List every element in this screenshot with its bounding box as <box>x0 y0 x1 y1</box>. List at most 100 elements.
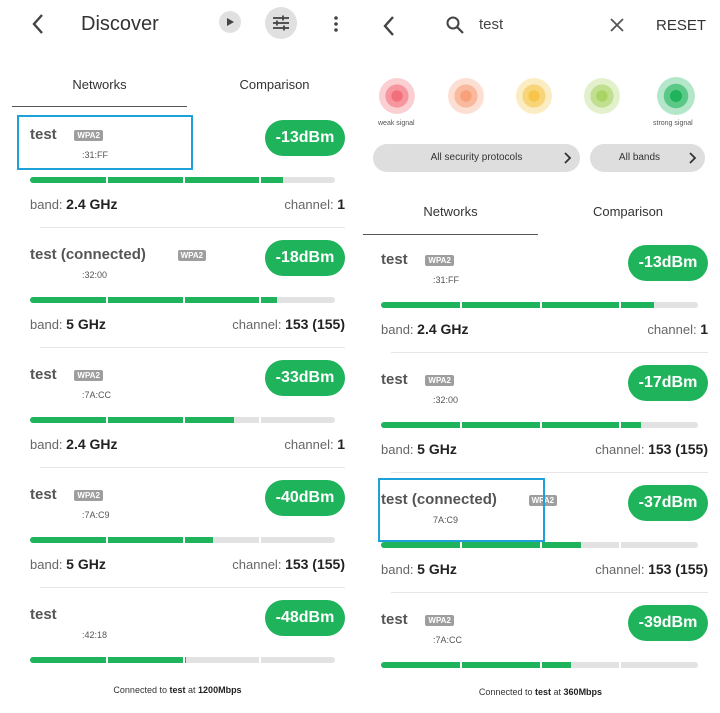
mac-address: :7A:C9 <box>82 510 110 520</box>
signal-bar-separator <box>182 537 185 543</box>
network-ssid: test <box>381 251 408 268</box>
channel-label: channel: <box>647 322 697 337</box>
row-divider <box>40 587 345 588</box>
network-list-item[interactable]: test :42:18 -48dBm <box>12 600 345 713</box>
channel-label: channel: <box>232 317 282 332</box>
signal-bar-separator <box>618 542 621 548</box>
band-label: band: <box>30 437 63 452</box>
signal-bar <box>30 537 335 543</box>
mac-address: :7A:CC <box>82 390 112 400</box>
band-label: band: <box>381 442 414 457</box>
signal-bar <box>30 657 335 663</box>
signal-bar-separator <box>539 662 542 668</box>
network-list-item[interactable]: test (connected) WPA2:32:00 -18dBm band: 5 … <box>12 240 345 360</box>
signal-bar-separator <box>182 177 185 183</box>
signal-bar <box>30 177 335 183</box>
signal-strength-badge: -17dBm <box>628 365 708 401</box>
row-divider <box>40 467 345 468</box>
signal-bar-fill <box>381 662 572 668</box>
band-value: 5 GHz <box>417 561 457 577</box>
band-label: band: <box>381 322 414 337</box>
row-divider <box>391 472 708 473</box>
signal-bar <box>381 422 698 428</box>
connected-network-highlight <box>378 478 545 542</box>
network-ssid: test <box>30 486 57 503</box>
band-label: band: <box>30 557 63 572</box>
band-value: 5 GHz <box>66 556 106 572</box>
channel-label: channel: <box>284 437 334 452</box>
signal-bar-separator <box>182 297 185 303</box>
channel-info: channel: 1 <box>284 196 345 212</box>
signal-strength-badge: -13dBm <box>628 245 708 281</box>
channel-value: 153 (155) <box>648 441 708 457</box>
signal-bar <box>381 302 698 308</box>
channel-info: channel: 1 <box>284 436 345 452</box>
channel-value: 153 (155) <box>285 316 345 332</box>
network-ssid: test <box>381 371 408 388</box>
band-info: band: 2.4 GHz <box>30 196 118 212</box>
security-badge: WPA2 <box>425 615 454 626</box>
signal-bar-separator <box>258 417 261 423</box>
signal-bar-separator <box>618 422 621 428</box>
mac-address: :7A:CC <box>433 635 463 645</box>
network-list-item[interactable]: test WPA2:7A:C9 -40dBm band: 5 GHz channel: … <box>12 480 345 600</box>
mac-address: :32:00 <box>433 395 459 405</box>
signal-bar-separator <box>258 297 261 303</box>
signal-bar <box>381 662 698 668</box>
channel-info: channel: 153 (155) <box>232 556 345 572</box>
signal-bar-separator <box>258 177 261 183</box>
signal-bar-separator <box>460 662 463 668</box>
signal-bar-fill <box>30 417 235 423</box>
channel-label: channel: <box>595 562 645 577</box>
signal-bar-separator <box>618 302 621 308</box>
band-value: 2.4 GHz <box>66 196 118 212</box>
signal-bar-fill <box>381 422 641 428</box>
channel-label: channel: <box>232 557 282 572</box>
signal-bar-separator <box>106 297 109 303</box>
signal-bar-separator <box>460 542 463 548</box>
row-divider <box>391 592 708 593</box>
channel-info: channel: 153 (155) <box>232 316 345 332</box>
network-list: test WPA2 :31:FF -13dBm band: 2.4 GHz channel… <box>363 0 708 713</box>
band-label: band: <box>30 197 63 212</box>
band-label: band: <box>30 317 63 332</box>
band-info: band: 2.4 GHz <box>381 321 469 337</box>
security-badge: WPA2 <box>425 375 454 386</box>
mac-address: :42:18 <box>82 630 108 640</box>
signal-strength-badge: -39dBm <box>628 605 708 641</box>
band-value: 2.4 GHz <box>417 321 469 337</box>
signal-strength-badge: -40dBm <box>265 480 345 516</box>
security-badge: WPA2 <box>425 255 454 266</box>
channel-value: 153 (155) <box>648 561 708 577</box>
network-list-item[interactable]: test WPA2:32:00 -17dBm band: 5 GHz channel: … <box>363 365 708 485</box>
mac-address: :31:FF <box>433 275 460 285</box>
signal-strength-badge: -37dBm <box>628 485 708 521</box>
signal-bar-separator <box>258 657 261 663</box>
signal-strength-badge: -48dBm <box>265 600 345 636</box>
channel-value: 153 (155) <box>285 556 345 572</box>
signal-bar-separator <box>460 422 463 428</box>
signal-bar-fill <box>30 537 213 543</box>
channel-info: channel: 153 (155) <box>595 561 708 577</box>
row-divider <box>40 347 345 348</box>
channel-label: channel: <box>595 442 645 457</box>
signal-bar-separator <box>539 302 542 308</box>
band-info: band: 5 GHz <box>30 316 106 332</box>
signal-bar <box>30 297 335 303</box>
signal-bar-separator <box>258 537 261 543</box>
signal-bar-fill <box>381 542 581 548</box>
signal-bar-fill <box>381 302 654 308</box>
signal-strength-badge: -13dBm <box>265 120 345 156</box>
discover-screen: Discover Networks Comparison test WPA2:31… <box>0 0 355 713</box>
security-badge: WPA2 <box>74 370 103 381</box>
network-ssid: test <box>30 606 57 623</box>
signal-bar-separator <box>618 662 621 668</box>
signal-bar-separator <box>106 177 109 183</box>
signal-bar-separator <box>106 537 109 543</box>
signal-strength-badge: -18dBm <box>265 240 345 276</box>
network-list-item[interactable]: test WPA2:7A:CC -33dBm band: 2.4 GHz channel… <box>12 360 345 480</box>
band-value: 2.4 GHz <box>66 436 118 452</box>
band-value: 5 GHz <box>417 441 457 457</box>
network-list-item[interactable]: test WPA2 :31:FF -13dBm band: 2.4 GHz channel… <box>363 245 708 365</box>
channel-value: 1 <box>700 321 708 337</box>
